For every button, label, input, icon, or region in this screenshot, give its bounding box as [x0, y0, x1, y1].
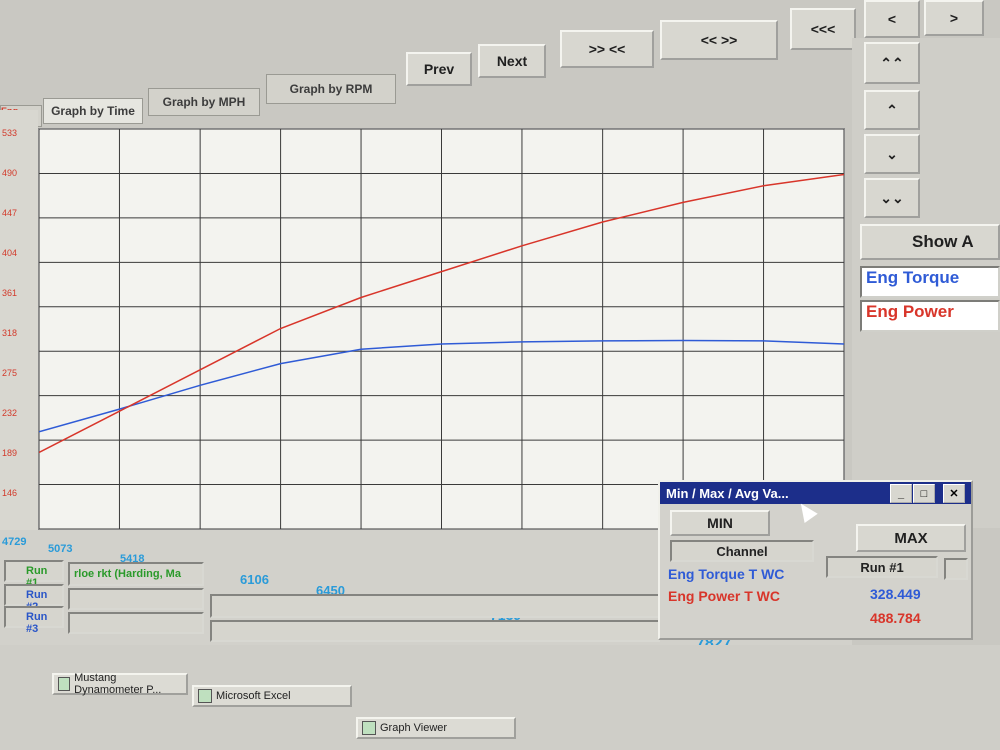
run-1-description: rloe rkt (Harding, Ma [74, 568, 181, 580]
run-3-description-field[interactable] [68, 612, 204, 634]
y-tick-label: 361 [2, 288, 18, 298]
run-1-description-field[interactable]: rloe rkt (Harding, Ma [68, 562, 204, 586]
y-tick-label: 490 [2, 168, 18, 178]
taskbar: Mustang Dynamometer P... Microsoft Excel… [0, 645, 1000, 750]
zoom-in-button[interactable]: >> << [560, 30, 654, 68]
y-tick-label: 318 [2, 328, 18, 338]
chevron-down-icon: ⌄ [886, 145, 898, 162]
min-max-avg-dialog: Min / Max / Avg Va... _ □ ✕ MIN MAX Chan… [658, 480, 973, 640]
y-tick-label: 146 [2, 488, 18, 498]
dialog-title: Min / Max / Avg Va... [666, 485, 789, 501]
double-chevron-up-icon: ⌃⌃ [880, 54, 904, 71]
max-button[interactable]: MAX [856, 524, 966, 552]
tab-graph-by-mph[interactable]: Graph by MPH [148, 88, 260, 116]
graph-viewer-app-icon [362, 721, 376, 735]
taskbar-item-label: Graph Viewer [380, 722, 448, 734]
run-1-cell[interactable]: Run #1 [4, 560, 64, 589]
maximize-button[interactable]: □ [913, 484, 935, 503]
extra-column-field[interactable] [944, 558, 968, 580]
legend-eng-power[interactable]: Eng Power [860, 300, 1000, 332]
run-3-label: Run #3 [26, 611, 48, 635]
scroll-far-left-button[interactable]: <<< [790, 8, 856, 50]
taskbar-item-graph-viewer[interactable]: Graph Viewer [356, 717, 516, 739]
up-button[interactable]: ⌃ [864, 90, 920, 130]
taskbar-item-excel[interactable]: Microsoft Excel [192, 685, 352, 707]
taskbar-item-label: Mustang Dynamometer P... [74, 672, 162, 696]
x-tick-label: 6106 [240, 572, 269, 587]
row-torque-value: 328.449 [870, 586, 921, 602]
page-up-button[interactable]: ⌃⌃ [864, 42, 920, 84]
minimize-button[interactable]: _ [890, 484, 912, 503]
run-header: Run #1 [826, 556, 938, 578]
y-tick-label: 447 [2, 208, 18, 218]
y-tick-label: 404 [2, 248, 18, 258]
excel-app-icon [198, 689, 212, 703]
run-1-notes-field[interactable] [210, 594, 660, 618]
row-power-value: 488.784 [870, 610, 921, 626]
plot-area[interactable] [38, 128, 845, 530]
row-power-name: Eng Power T WC [668, 588, 780, 604]
tab-graph-by-time[interactable]: Graph by Time [43, 98, 143, 124]
x-tick-label: 4729 [2, 536, 27, 548]
legend-eng-torque[interactable]: Eng Torque [860, 266, 1000, 298]
double-chevron-down-icon: ⌄⌄ [880, 189, 904, 206]
chevron-up-icon: ⌃ [886, 101, 898, 118]
run-2-notes-field[interactable] [210, 620, 660, 642]
dynamometer-app-icon [58, 677, 71, 691]
tab-graph-by-rpm[interactable]: Graph by RPM [266, 74, 396, 104]
step-right-button[interactable]: > [924, 0, 984, 36]
chart-svg [38, 128, 845, 530]
app-screen: Eng Power Graph by Time Graph by MPH Gra… [0, 0, 1000, 750]
min-button[interactable]: MIN [670, 510, 770, 536]
page-down-button[interactable]: ⌄⌄ [864, 178, 920, 218]
taskbar-item-label: Microsoft Excel [216, 690, 291, 702]
taskbar-item-dynamometer[interactable]: Mustang Dynamometer P... [52, 672, 188, 696]
zoom-out-button[interactable]: << >> [660, 20, 778, 60]
run-2-cell[interactable]: Run #2 [4, 584, 64, 613]
show-all-button[interactable]: Show A [860, 224, 1000, 260]
run-2-description-field[interactable] [68, 588, 204, 610]
y-tick-label: 275 [2, 368, 18, 378]
down-button[interactable]: ⌄ [864, 134, 920, 174]
y-tick-label: 232 [2, 408, 18, 418]
row-torque-name: Eng Torque T WC [668, 566, 785, 582]
y-tick-label: 533 [2, 128, 18, 138]
prev-button[interactable]: Prev [406, 52, 472, 86]
close-button[interactable]: ✕ [943, 484, 965, 503]
y-tick-label: 189 [2, 448, 18, 458]
step-left-button[interactable]: < [864, 0, 920, 38]
channel-header: Channel [670, 540, 814, 562]
x-tick-label: 5073 [48, 543, 73, 555]
y-axis: 533 490 447 404 361 318 275 232 189 146 [0, 110, 38, 530]
run-3-cell[interactable]: Run #3 [4, 606, 64, 635]
next-button[interactable]: Next [478, 44, 546, 78]
